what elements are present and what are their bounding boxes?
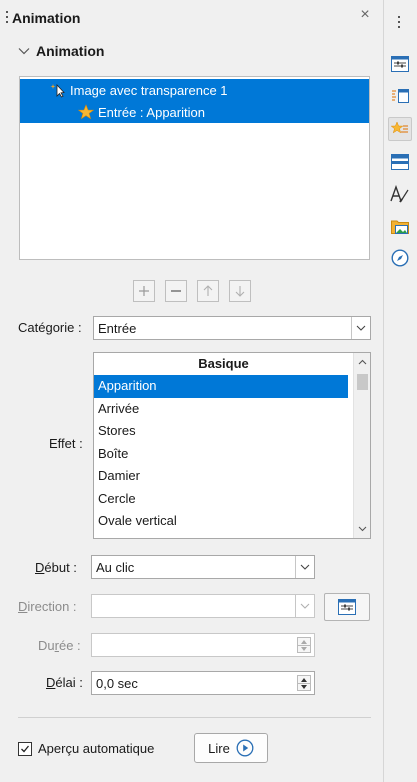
panel-title: Animation xyxy=(12,10,81,26)
checkmark-icon xyxy=(21,745,30,752)
remove-effect-button[interactable] xyxy=(165,280,187,302)
drag-grip-icon[interactable] xyxy=(6,11,9,25)
section-title: Animation xyxy=(36,43,105,59)
add-effect-button[interactable] xyxy=(133,280,155,302)
effect-option[interactable]: Stores xyxy=(94,420,348,443)
effect-option[interactable]: Apparition xyxy=(94,375,348,398)
play-circle-icon xyxy=(236,739,254,757)
effect-option[interactable]: Cercle xyxy=(94,488,348,511)
decrement-icon[interactable] xyxy=(298,683,310,690)
master-slides-deck-tab[interactable] xyxy=(388,150,412,174)
navigator-deck-tab[interactable] xyxy=(388,246,412,270)
chevron-down-icon xyxy=(18,48,30,55)
plus-icon xyxy=(139,286,149,296)
divider xyxy=(18,717,371,718)
properties-icon xyxy=(391,56,409,72)
duration-spinbox[interactable] xyxy=(91,633,315,657)
chevron-down-icon[interactable] xyxy=(295,556,314,578)
panel-titlebar: Animation × xyxy=(0,0,384,36)
animation-deck-tab[interactable] xyxy=(388,117,412,141)
duration-stepper[interactable] xyxy=(297,637,311,653)
properties-deck-tab[interactable] xyxy=(388,52,412,76)
minus-icon xyxy=(171,290,181,292)
arrow-up-icon xyxy=(203,285,213,296)
master-slides-icon xyxy=(391,154,409,170)
direction-label: Direction : xyxy=(18,599,77,614)
category-value: Entrée xyxy=(98,321,137,336)
decrement-icon[interactable] xyxy=(298,645,310,652)
animation-sidebar-panel: Animation × Animation Image avec transpa… xyxy=(0,0,384,782)
effect-toolbar xyxy=(133,280,251,302)
close-icon[interactable]: × xyxy=(358,7,372,23)
delay-label: Délai : xyxy=(46,675,83,690)
autopreview-label: Aperçu automatique xyxy=(38,741,155,756)
delay-stepper[interactable] xyxy=(297,675,311,691)
play-button[interactable]: Lire xyxy=(194,733,268,763)
duration-label: Durée : xyxy=(38,638,81,653)
move-down-button[interactable] xyxy=(229,280,251,302)
play-label: Lire xyxy=(208,740,230,756)
star-icon xyxy=(78,104,94,120)
chevron-down-icon[interactable] xyxy=(295,595,314,617)
animation-list[interactable]: Image avec transparence 1 Entrée : Appar… xyxy=(19,76,370,260)
start-value: Au clic xyxy=(96,560,135,575)
gallery-deck-tab[interactable] xyxy=(388,214,412,238)
delay-value: 0,0 sec xyxy=(96,676,138,691)
effect-label: Effet : xyxy=(49,436,83,451)
animation-star-icon xyxy=(391,121,408,134)
effect-list-scrollbar[interactable] xyxy=(353,353,370,538)
styles-icon xyxy=(390,185,409,203)
compass-icon xyxy=(391,249,409,267)
list-item-label: Image avec transparence 1 xyxy=(70,82,228,98)
scroll-down-icon[interactable] xyxy=(357,523,368,534)
list-item[interactable]: Entrée : Apparition xyxy=(20,101,369,123)
delay-spinbox[interactable]: 0,0 sec xyxy=(91,671,315,695)
scrollbar-thumb[interactable] xyxy=(357,374,368,390)
sidebar-tab-bar xyxy=(384,0,417,782)
cursor-sparkle-icon xyxy=(50,83,65,98)
effect-option[interactable]: Boîte xyxy=(94,443,348,466)
checkbox-box[interactable] xyxy=(18,741,32,756)
deck-grip-icon[interactable] xyxy=(398,16,401,31)
start-dropdown[interactable]: Au clic xyxy=(91,555,315,579)
effect-listbox[interactable]: Basique Apparition Arrivée Stores Boîte … xyxy=(93,352,371,539)
category-dropdown[interactable]: Entrée xyxy=(93,316,371,340)
autopreview-checkbox[interactable]: Aperçu automatique xyxy=(18,741,154,756)
increment-icon[interactable] xyxy=(298,676,310,683)
effect-option[interactable]: Damier xyxy=(94,465,348,488)
slide-transition-deck-tab[interactable] xyxy=(388,84,412,108)
effect-options-button[interactable] xyxy=(324,593,370,621)
move-up-button[interactable] xyxy=(197,280,219,302)
effect-group-header: Basique xyxy=(198,356,249,371)
scroll-up-icon[interactable] xyxy=(357,357,368,368)
options-dialog-icon xyxy=(338,599,356,615)
list-item[interactable]: Image avec transparence 1 xyxy=(20,79,369,101)
section-header[interactable]: Animation xyxy=(18,43,104,59)
effect-option[interactable]: Ovale vertical xyxy=(94,510,348,533)
category-label: Catégorie : xyxy=(18,320,82,335)
gallery-icon xyxy=(391,220,409,234)
direction-dropdown[interactable] xyxy=(91,594,315,618)
slide-transition-icon xyxy=(392,89,409,103)
arrow-down-icon xyxy=(235,286,245,297)
styles-deck-tab[interactable] xyxy=(388,182,412,206)
effect-option[interactable]: Arrivée xyxy=(94,398,348,421)
chevron-down-icon[interactable] xyxy=(351,317,370,339)
start-label: Début : xyxy=(35,560,77,575)
increment-icon[interactable] xyxy=(298,638,310,645)
list-item-label: Entrée : Apparition xyxy=(98,104,205,120)
